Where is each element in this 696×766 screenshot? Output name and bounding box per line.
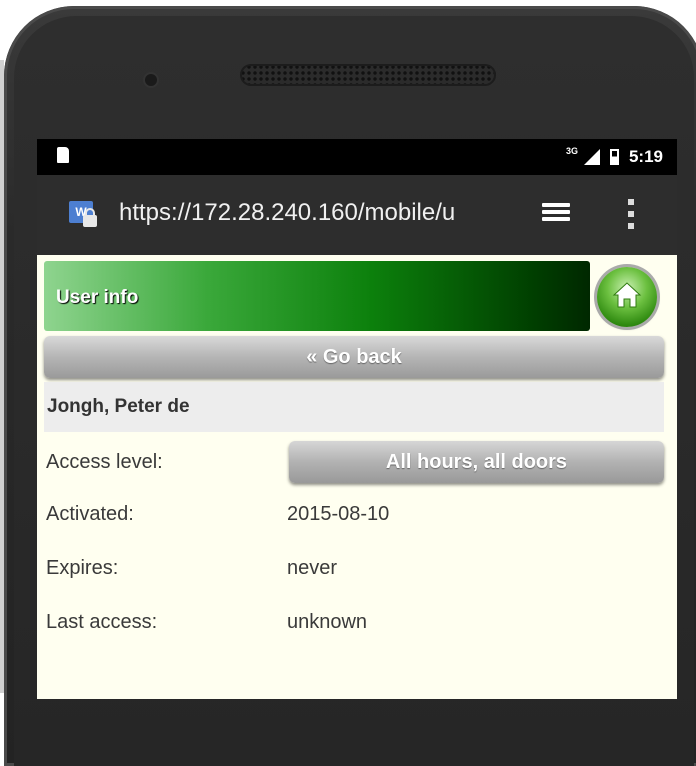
url-field[interactable]: https://172.28.240.160/mobile/u xyxy=(119,199,507,227)
front-camera xyxy=(145,74,157,86)
home-icon xyxy=(612,282,642,308)
page-title: User info xyxy=(56,287,139,308)
lock-icon[interactable] xyxy=(83,208,97,227)
earpiece-speaker xyxy=(240,64,496,86)
signal-icon: 3G xyxy=(565,146,600,165)
user-name: Jongh, Peter de xyxy=(44,382,664,432)
access-level-label: Access level: xyxy=(46,451,163,473)
expires-value: never xyxy=(287,557,338,579)
go-back-button[interactable]: « Go back xyxy=(44,336,664,378)
last-access-label: Last access: xyxy=(46,611,158,633)
clock: 5:19 xyxy=(628,147,663,166)
phone-screen: 3G 5:19 W https://172.28.240.160/mobile/… xyxy=(37,139,677,699)
home-button[interactable] xyxy=(597,267,657,327)
overflow-menu-icon[interactable] xyxy=(628,199,634,229)
network-type-label: 3G xyxy=(565,146,578,156)
browser-toolbar: W https://172.28.240.160/mobile/u xyxy=(37,175,677,255)
last-access-value: unknown xyxy=(287,611,368,633)
access-level-button[interactable]: All hours, all doors xyxy=(289,441,664,483)
page-header: User info xyxy=(44,261,590,331)
status-bar: 3G 5:19 xyxy=(37,139,677,175)
expires-label: Expires: xyxy=(46,557,119,579)
battery-icon xyxy=(609,149,619,165)
tabs-icon[interactable] xyxy=(542,203,570,225)
activated-value: 2015-08-10 xyxy=(287,503,390,525)
activated-label: Activated: xyxy=(46,503,134,525)
status-indicators: 3G 5:19 xyxy=(565,146,663,167)
sd-card-icon xyxy=(57,147,69,163)
